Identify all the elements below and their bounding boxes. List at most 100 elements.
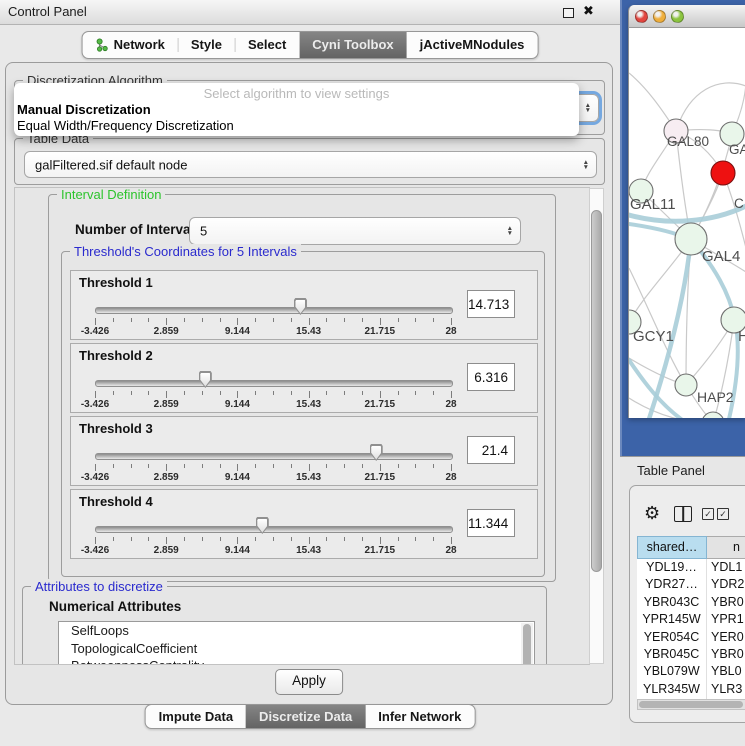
minor-tick — [433, 464, 434, 468]
tab-impute-data[interactable]: Impute Data — [146, 705, 246, 728]
minor-tick — [398, 464, 399, 468]
tick-label: 2.859 — [154, 326, 179, 337]
checkbox-icon[interactable]: ✓ — [702, 508, 714, 520]
main-scrollbar[interactable] — [589, 188, 604, 664]
number-of-intervals-spinner[interactable]: 5 ▲▼ — [189, 217, 521, 245]
threshold-value-field[interactable]: 14.713 — [467, 290, 515, 318]
table-row[interactable]: YLR345WYLR3 — [637, 681, 745, 698]
tab-label: Infer Network — [378, 705, 461, 728]
close-icon[interactable]: ✖ — [583, 3, 594, 19]
tick-label: 21.715 — [365, 326, 396, 337]
panel-title: Control Panel — [8, 4, 87, 19]
minor-tick — [291, 318, 292, 322]
tab-infer-network[interactable]: Infer Network — [365, 705, 474, 728]
HAP2-node[interactable] — [675, 374, 697, 396]
tab-discretize-data[interactable]: Discretize Data — [246, 705, 365, 728]
tick-label: -3.426 — [81, 545, 109, 556]
major-tick — [95, 318, 96, 325]
table-row[interactable]: YBR045CYBR0 — [637, 646, 745, 663]
attributes-scrollbar[interactable] — [521, 623, 533, 665]
minor-tick — [255, 391, 256, 395]
red-node[interactable] — [711, 161, 735, 185]
minimize-traffic-icon[interactable] — [653, 10, 666, 23]
attribute-item[interactable]: BetweennessCentrality — [59, 657, 534, 665]
minor-tick — [344, 318, 345, 322]
slider-track[interactable] — [95, 453, 453, 460]
slider-track[interactable] — [95, 307, 453, 314]
zoom-traffic-icon[interactable] — [671, 10, 684, 23]
tab-label: Discretize Data — [259, 705, 352, 728]
close-traffic-icon[interactable] — [635, 10, 648, 23]
node-table[interactable]: shared… n YDL19…YDL1YDR27…YDR2YBR043CYBR… — [637, 536, 745, 699]
major-tick — [380, 464, 381, 471]
float-icon[interactable] — [563, 8, 574, 18]
table-row[interactable]: YDL19…YDL1 — [637, 559, 745, 576]
threshold-label: Threshold 3 — [79, 421, 153, 436]
numerical-attributes-label: Numerical Attributes — [49, 599, 181, 614]
cell-shared-name: YER054C — [637, 629, 707, 646]
slider-track[interactable] — [95, 526, 453, 533]
tab-select[interactable]: Select — [235, 32, 299, 58]
network-canvas[interactable]: GAL80GACGAL11GAL4GCY1HHAP2 — [629, 28, 745, 418]
menu-item-equal-width-frequency[interactable]: Equal Width/Frequency Discretization — [17, 118, 234, 133]
slider-thumb[interactable] — [256, 517, 269, 534]
attribute-item[interactable]: TopologicalCoefficient — [59, 640, 534, 658]
major-tick — [380, 318, 381, 325]
minor-tick — [131, 391, 132, 395]
tick-label: 2.859 — [154, 472, 179, 483]
tab-cyni-toolbox[interactable]: Cyni Toolbox — [299, 32, 406, 58]
threshold-value-field[interactable]: 21.4 — [467, 436, 515, 464]
table-row[interactable]: YBL079WYBL0 — [637, 663, 745, 680]
tick-label: 9.144 — [225, 545, 250, 556]
checkbox-icons[interactable]: ✓ ✓ — [702, 508, 729, 520]
split-column-icon[interactable] — [674, 506, 692, 522]
tick-label: 15.43 — [296, 399, 321, 410]
cell-shared-name: YBL079W — [637, 663, 707, 680]
minor-tick — [184, 318, 185, 322]
tab-label: jActiveMNodules — [420, 32, 525, 58]
cell-shared-name: YDR27… — [637, 576, 707, 593]
main-scrollbar-thumb[interactable] — [591, 210, 602, 572]
minor-tick — [273, 537, 274, 541]
apply-button[interactable]: Apply — [275, 669, 343, 695]
slider-track[interactable] — [95, 380, 453, 387]
tab-jactivemnodules[interactable]: jActiveMNodules — [407, 32, 538, 58]
checkbox-icon[interactable]: ✓ — [717, 508, 729, 520]
table-row[interactable]: YBR043CYBR0 — [637, 594, 745, 611]
minor-tick — [202, 537, 203, 541]
major-tick — [166, 537, 167, 544]
table-row[interactable]: YPR145WYPR1 — [637, 611, 745, 628]
minor-tick — [326, 464, 327, 468]
menu-item-manual-discretization[interactable]: Manual Discretization — [17, 102, 151, 117]
attribute-item[interactable]: SelfLoops — [59, 622, 534, 640]
tab-network[interactable]: Network — [83, 32, 178, 58]
combo-arrows-icon: ▲▼ — [585, 103, 591, 113]
minor-tick — [415, 391, 416, 395]
slider-thumb[interactable] — [199, 371, 212, 388]
minor-tick — [291, 464, 292, 468]
table-horizontal-scrollbar[interactable] — [637, 699, 745, 710]
numerical-attributes-list[interactable]: SelfLoopsTopologicalCoefficientBetweenne… — [58, 621, 535, 665]
tick-label: 9.144 — [225, 472, 250, 483]
column-header-name[interactable]: n — [707, 536, 745, 559]
network-window-titlebar[interactable] — [629, 5, 745, 28]
threshold-value-field[interactable]: 6.316 — [467, 363, 515, 391]
tab-style[interactable]: Style — [178, 32, 235, 58]
threshold-value-field[interactable]: 11.344 — [467, 509, 515, 537]
slider-thumb[interactable] — [370, 444, 383, 461]
column-header-shared-name[interactable]: shared… — [637, 536, 707, 559]
network-edge-thick — [629, 360, 681, 418]
gear-icon[interactable]: ⚙ — [644, 504, 660, 522]
slider-thumb[interactable] — [294, 298, 307, 315]
bottom-tab-bar: Impute Data Discretize Data Infer Network — [145, 704, 476, 729]
interval-definition-title: Interval Definition — [57, 187, 165, 202]
table-row[interactable]: YDR27…YDR2 — [637, 576, 745, 593]
threshold-panel-1: Threshold 1-3.4262.8599.14415.4321.71528… — [70, 270, 538, 340]
table-data-combobox[interactable]: galFiltered.sif default node ▲▼ — [24, 151, 597, 178]
combo-arrows-icon: ▲▼ — [583, 160, 589, 170]
major-tick — [95, 464, 96, 471]
table-header-row[interactable]: shared… n — [637, 536, 745, 559]
table-row[interactable]: YER054CYER0 — [637, 629, 745, 646]
minor-tick — [433, 391, 434, 395]
minor-tick — [362, 464, 363, 468]
